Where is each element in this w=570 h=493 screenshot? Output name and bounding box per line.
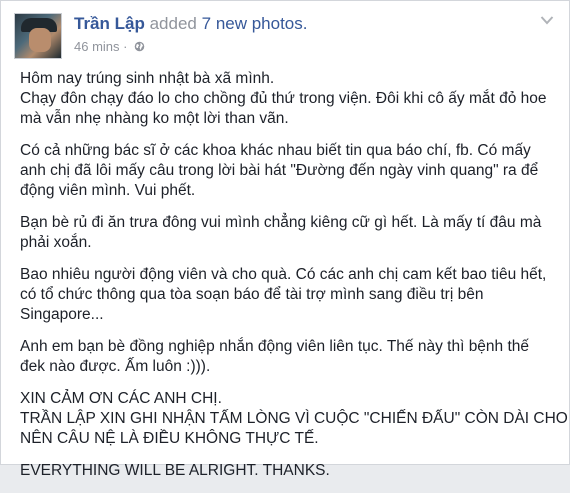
post-meta: 46 mins · bbox=[74, 39, 145, 54]
author-name-link[interactable]: Trần Lập bbox=[74, 14, 145, 33]
avatar[interactable] bbox=[14, 13, 62, 59]
avatar-face bbox=[29, 28, 51, 52]
chevron-down-icon[interactable] bbox=[540, 15, 554, 25]
post-text-line: có tổ chức thông qua tòa soạn báo để tài… bbox=[20, 286, 484, 303]
post-text-line: Anh em bạn bè đồng nghiệp nhắn động viên… bbox=[20, 338, 530, 355]
post-paragraph: Hôm nay trúng sinh nhật bà xã mình. Chạy … bbox=[20, 69, 560, 129]
post-text-line: Bao nhiêu người động viên và cho quà. Có… bbox=[20, 266, 547, 283]
new-photos-link[interactable]: new photos. bbox=[216, 14, 308, 33]
post-text-line: Bạn bè rủ đi ăn trưa đông vui mình chẳng… bbox=[20, 214, 542, 231]
timestamp-link[interactable]: 46 mins bbox=[74, 39, 120, 54]
post-paragraph: EVERYTHING WILL BE ALRIGHT. THANKS. bbox=[20, 461, 560, 481]
post-paragraph: Bạn bè rủ đi ăn trưa đông vui mình chẳng… bbox=[20, 213, 560, 253]
post-text-line: XIN CẢM ƠN CÁC ANH CHỊ. bbox=[20, 390, 222, 407]
post-text-line: EVERYTHING WILL BE ALRIGHT. THANKS. bbox=[20, 462, 330, 479]
meta-separator: · bbox=[123, 39, 128, 54]
post-paragraph: Có cả những bác sĩ ở các khoa khác nhau … bbox=[20, 141, 560, 201]
post-paragraph: Bao nhiêu người động viên và cho quà. Có… bbox=[20, 265, 560, 325]
post-header: Trần Lập added 7 new photos. bbox=[74, 14, 308, 34]
post-text-line: mà vẫn nhẹ nhàng ko một lời than vãn. bbox=[20, 110, 289, 127]
action-text: added bbox=[149, 14, 197, 33]
post-text-line: đek nào được. Ấm luôn :))). bbox=[20, 358, 211, 375]
post-text-line: anh chị đã lôi mấy câu trong lời bài hát… bbox=[20, 162, 539, 179]
post-card: Trần Lập added 7 new photos. 46 mins · H… bbox=[0, 0, 570, 479]
post-text-line: Singapore... bbox=[20, 306, 104, 323]
post-paragraph: XIN CẢM ƠN CÁC ANH CHỊ. TRẦN LẬP XIN GHI … bbox=[20, 389, 568, 449]
post-text-line: TRẦN LẬP XIN GHI NHẬN TẤM LÒNG VÌ CUỘC "… bbox=[20, 410, 568, 427]
photo-count-link[interactable]: 7 bbox=[202, 14, 211, 33]
post-text-line: Chạy đôn chạy đáo lo cho chồng đủ thứ tr… bbox=[20, 90, 547, 107]
post-text-line: Có cả những bác sĩ ở các khoa khác nhau … bbox=[20, 142, 531, 159]
post-text-line: Hôm nay trúng sinh nhật bà xã mình. bbox=[20, 70, 275, 87]
post-paragraph: Anh em bạn bè đồng nghiệp nhắn động viên… bbox=[20, 337, 560, 377]
globe-icon[interactable] bbox=[134, 41, 145, 52]
post-text-line: phải xoắn. bbox=[20, 234, 92, 251]
post-text-line: động viên mình. Vui phết. bbox=[20, 182, 196, 199]
post-body: Hôm nay trúng sinh nhật bà xã mình. Chạy … bbox=[20, 69, 568, 493]
post-text-line: NÊN CÂU NỆ LÀ ĐIỀU KHÔNG THỰC TẾ. bbox=[20, 430, 319, 447]
